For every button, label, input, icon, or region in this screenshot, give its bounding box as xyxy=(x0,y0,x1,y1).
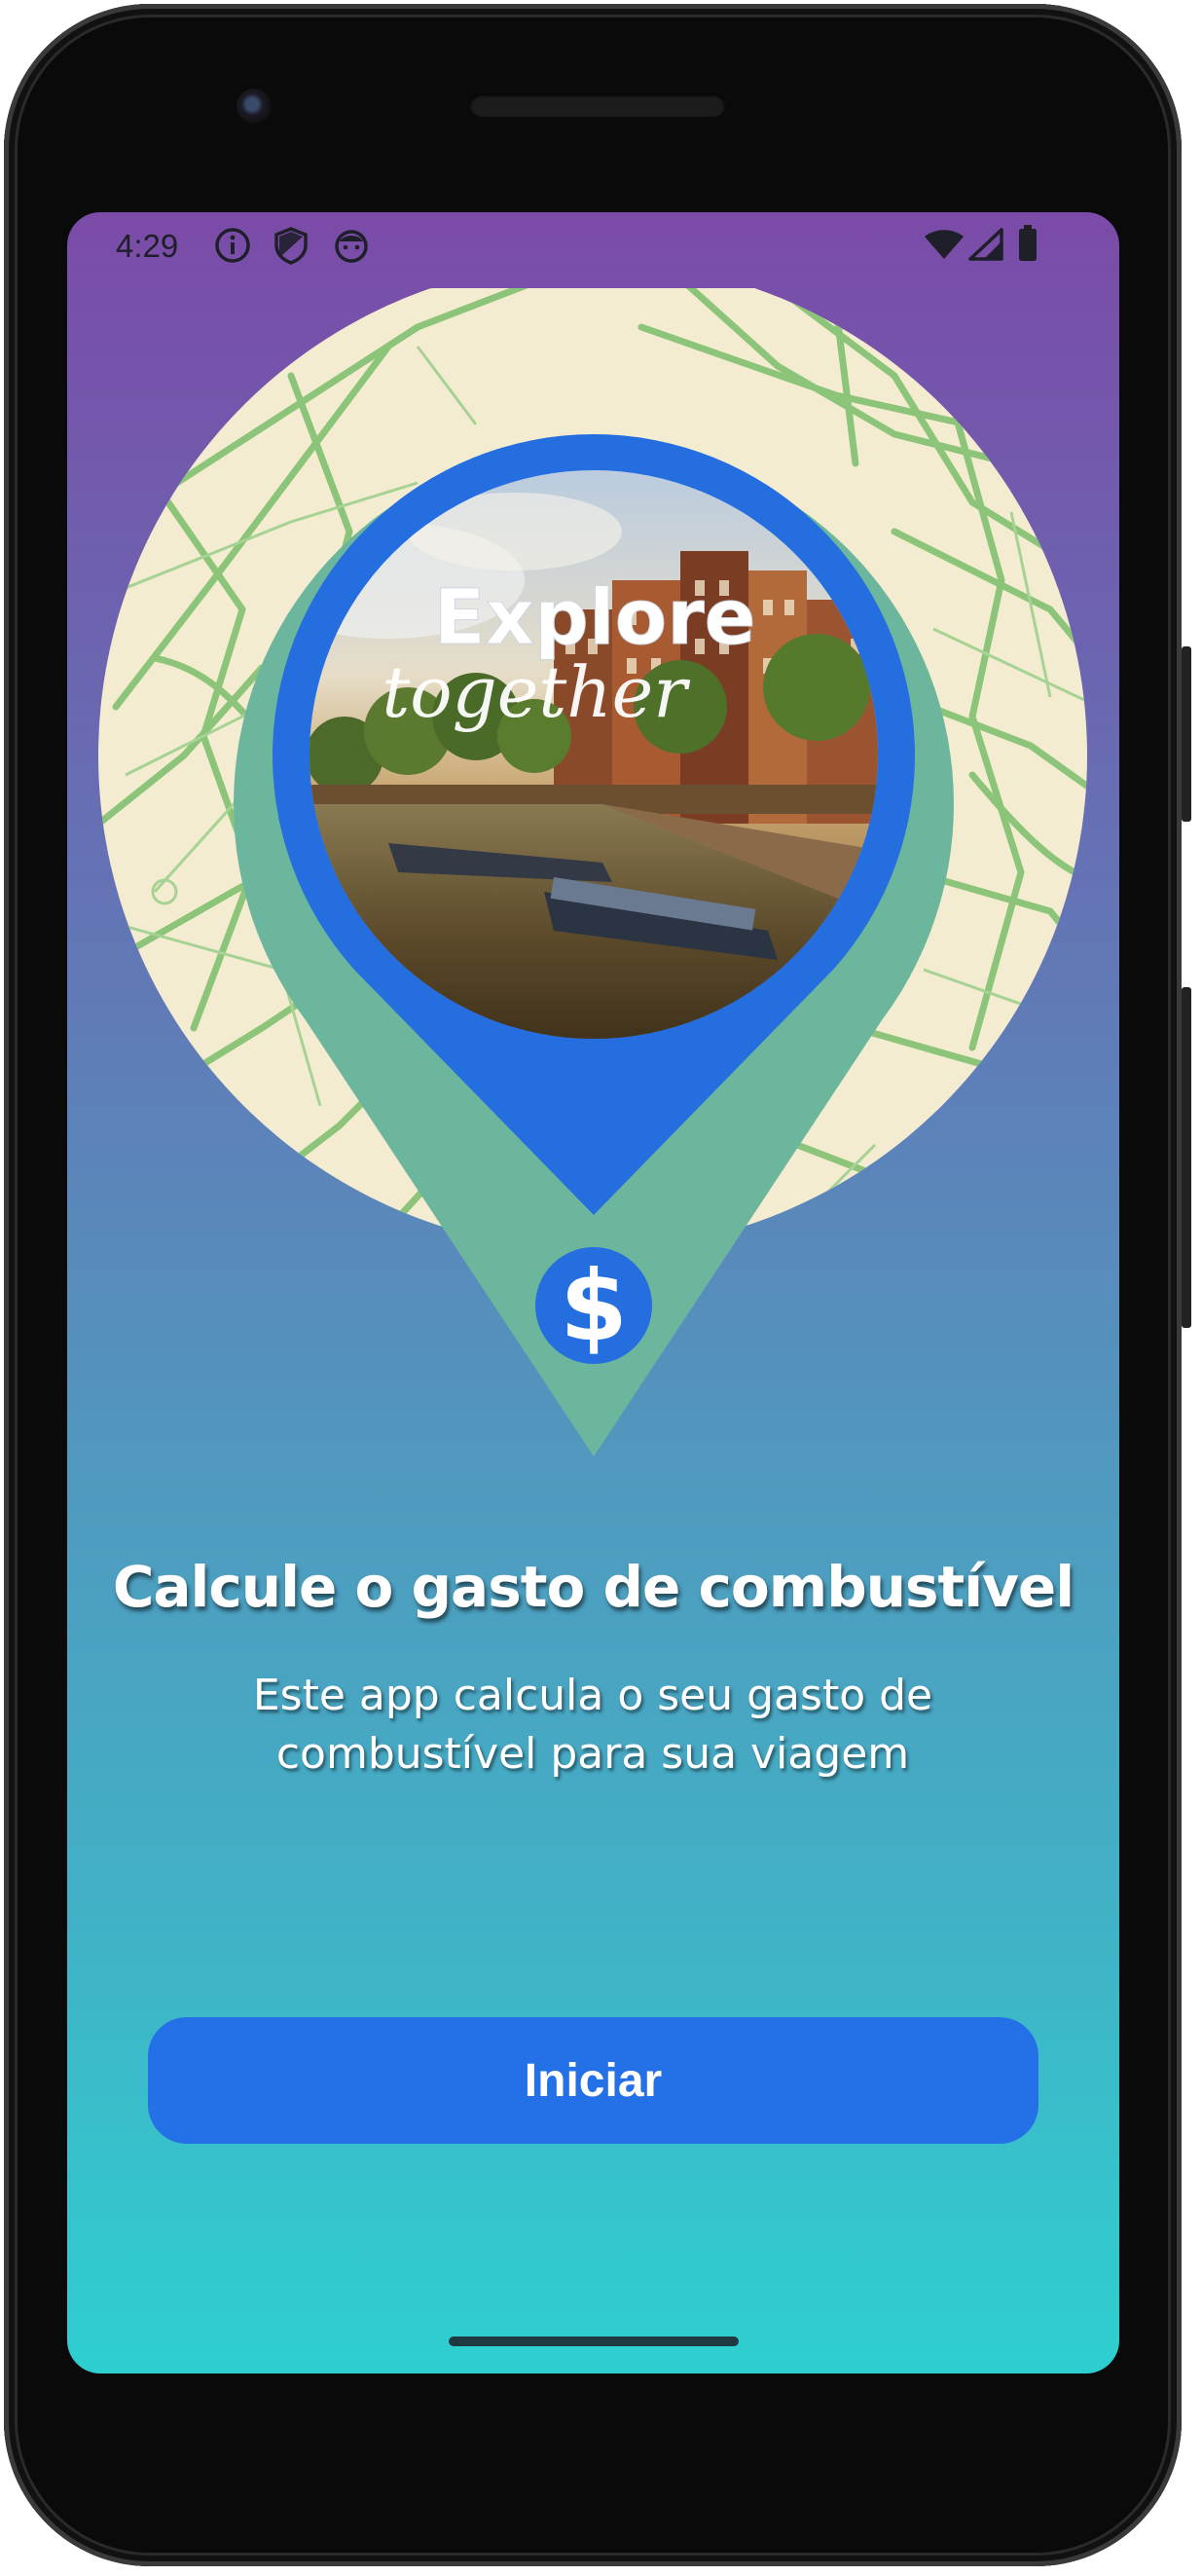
shield-icon xyxy=(273,226,310,269)
dollar-symbol: $ xyxy=(560,1249,628,1363)
battery-icon xyxy=(1017,224,1038,267)
dollar-icon: $ xyxy=(535,1247,652,1364)
front-camera xyxy=(237,89,272,124)
cellular-signal-icon xyxy=(968,228,1003,265)
hero-illustration: Explore together $ xyxy=(98,288,1087,1456)
notification-face-icon xyxy=(332,226,371,269)
photo-caption-explore: Explore xyxy=(433,574,755,662)
page-title: Calcule o gasto de combustível xyxy=(112,1554,1075,1620)
page-subtitle: Este app calcula o seu gasto de combustí… xyxy=(252,1671,933,1779)
app-screen: 4:29 Explore together $ Calcule o gasto … xyxy=(67,212,1119,2374)
earpiece-speaker xyxy=(470,93,725,117)
wifi-icon xyxy=(924,228,965,265)
volume-button xyxy=(1182,646,1191,822)
status-bar: 4:29 xyxy=(67,212,1119,276)
home-indicator[interactable] xyxy=(449,2337,739,2346)
power-button xyxy=(1182,987,1191,1328)
start-button[interactable]: Iniciar xyxy=(148,2017,1038,2144)
info-icon xyxy=(213,226,252,269)
status-time: 4:29 xyxy=(116,228,179,264)
photo-caption-together: together xyxy=(382,651,690,733)
